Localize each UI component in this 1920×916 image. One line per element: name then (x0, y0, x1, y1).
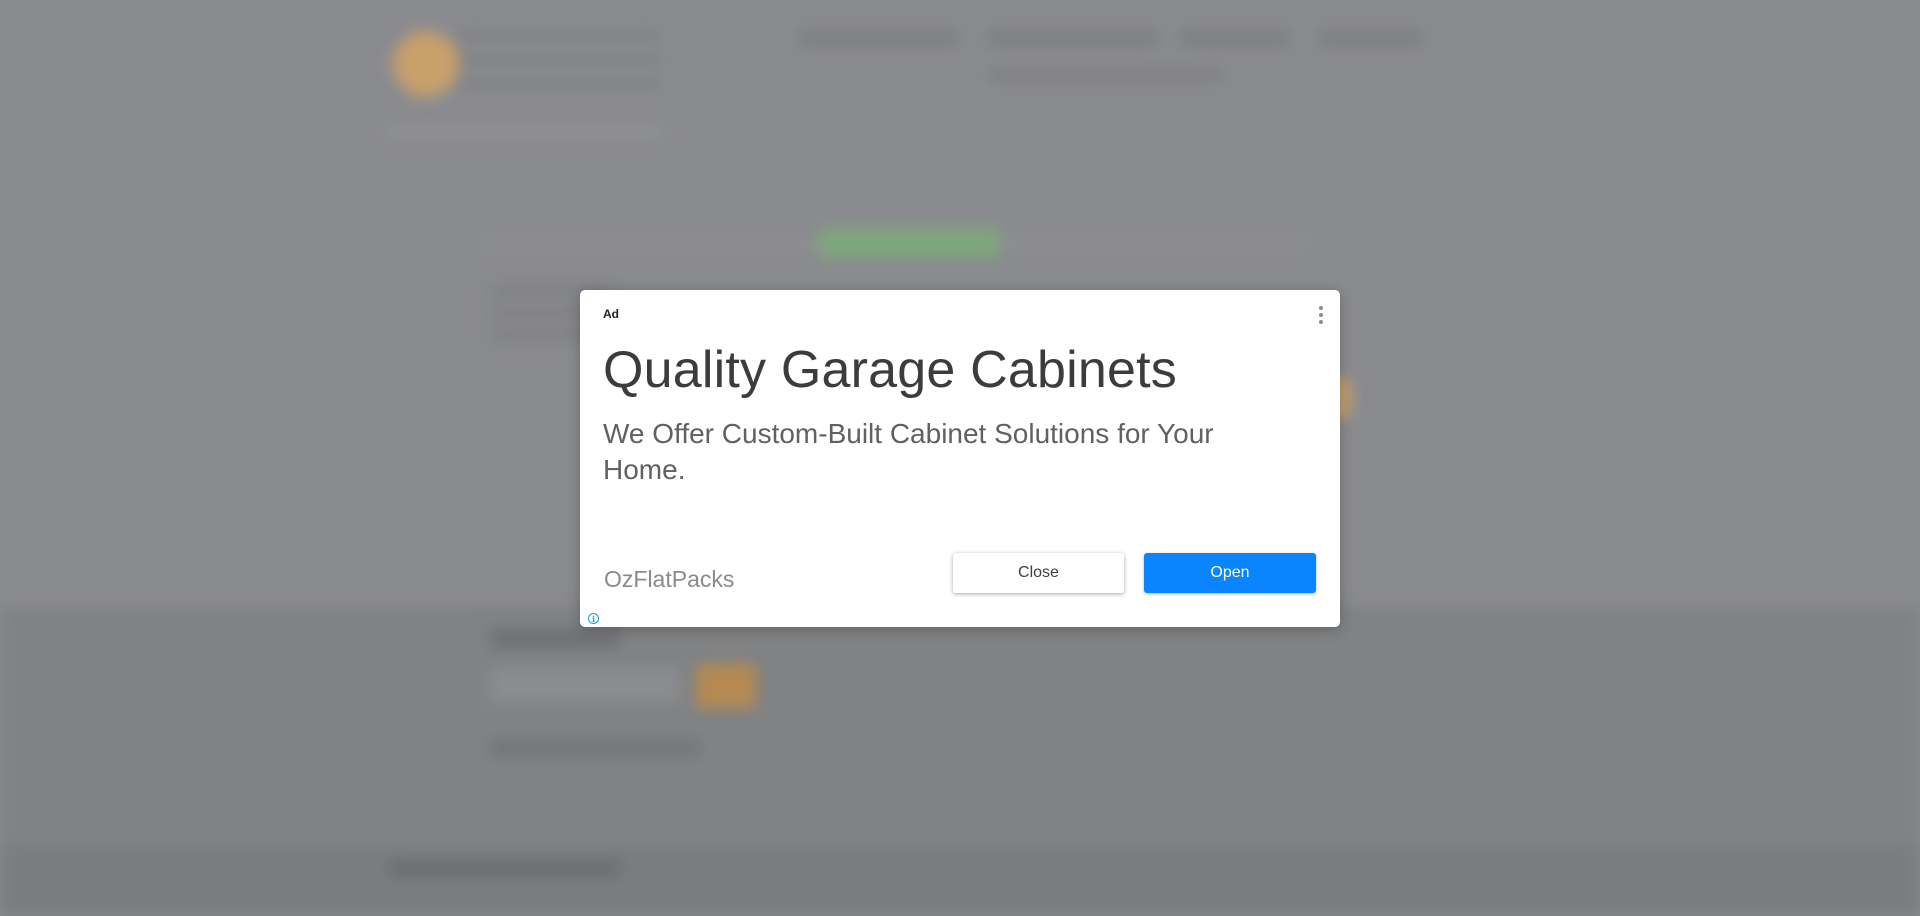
status-badge (818, 228, 1000, 258)
site-footer (0, 846, 1920, 916)
nav-item (1318, 30, 1422, 46)
lower-section-link (490, 740, 700, 756)
lower-section-title (490, 628, 620, 648)
lower-section (0, 606, 1920, 846)
ad-dialog: Ad Quality Garage Cabinets We Offer Cust… (580, 290, 1340, 627)
site-logo-text (460, 30, 660, 100)
ad-label: Ad (603, 307, 619, 321)
site-logo (390, 28, 470, 108)
more-dot (1319, 313, 1323, 317)
nav-item (1180, 30, 1290, 46)
adchoices-info-icon[interactable]: i (588, 613, 599, 624)
ad-description: We Offer Custom-Built Cabinet Solutions … (603, 418, 1214, 485)
nav-item (798, 30, 958, 46)
open-button[interactable]: Open (1144, 553, 1316, 593)
lower-section-button (696, 664, 756, 708)
close-button[interactable]: Close (953, 553, 1124, 593)
footer-text (390, 860, 620, 876)
header-divider (384, 130, 664, 134)
more-vert-icon[interactable] (1314, 304, 1328, 326)
more-dot (1319, 320, 1323, 324)
lower-section-input (490, 668, 680, 702)
more-dot (1319, 306, 1323, 310)
page-viewport: Ad Quality Garage Cabinets We Offer Cust… (0, 0, 1920, 916)
nav-item (988, 30, 1158, 46)
nav-item (988, 68, 1224, 82)
advertiser-name[interactable]: OzFlatPacks (604, 566, 734, 593)
ad-headline[interactable]: Quality Garage Cabinets (603, 340, 1177, 400)
